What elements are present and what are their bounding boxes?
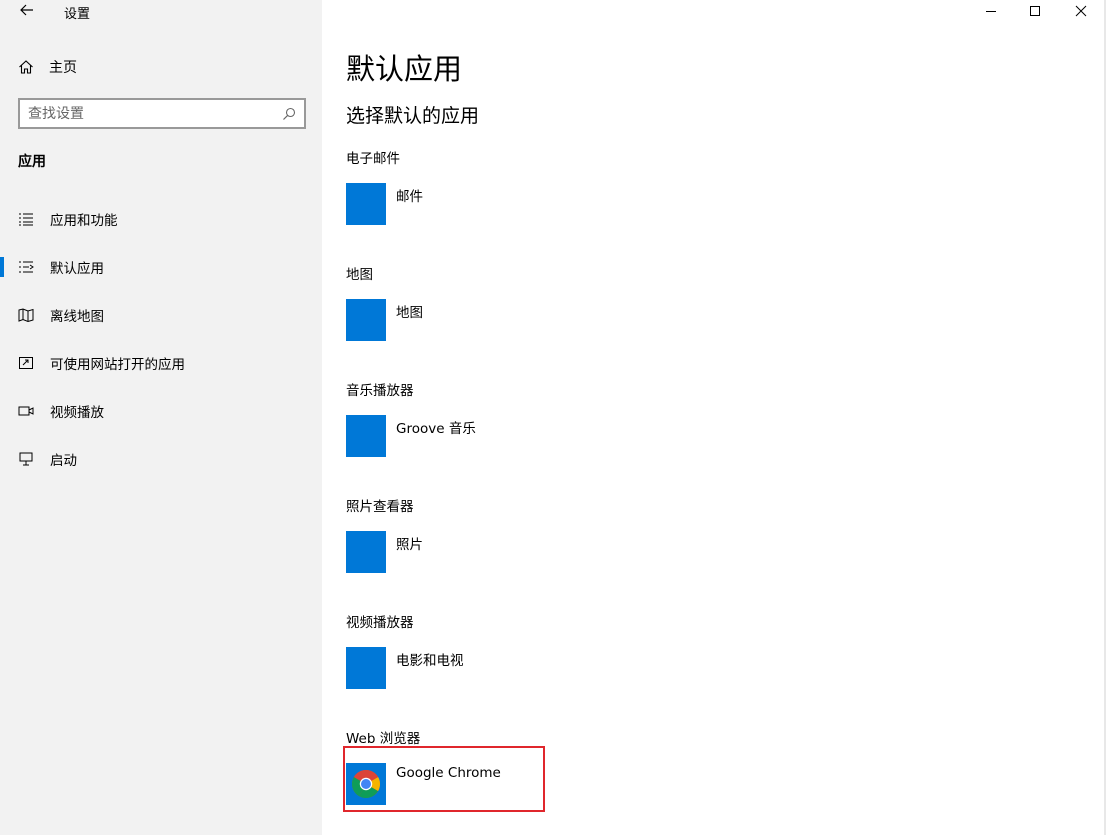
photos-app-icon (346, 531, 386, 573)
close-button[interactable] (1058, 0, 1104, 22)
highlight-box (343, 746, 545, 812)
selection-indicator (0, 257, 4, 277)
back-arrow-icon (20, 4, 33, 16)
sidebar-item-offline-maps[interactable]: 离线地图 (0, 297, 322, 333)
settings-window: 设置 主页 应用 应用和功能 (0, 0, 1106, 835)
open-external-icon (18, 355, 34, 371)
video-icon (18, 403, 34, 419)
category-label-music: 音乐播放器 (346, 383, 414, 399)
sidebar-item-label: 默认应用 (50, 261, 104, 277)
minimize-button[interactable] (968, 0, 1014, 22)
app-name: 地图 (396, 305, 423, 321)
search-box[interactable] (18, 98, 306, 129)
page-title: 默认应用 (346, 52, 463, 86)
sidebar-item-label: 离线地图 (50, 309, 104, 325)
main-content: 默认应用 选择默认的应用 电子邮件 邮件 地图 地图 音乐播放器 Groove … (322, 0, 1106, 835)
maps-app-icon (346, 299, 386, 341)
close-icon (1075, 5, 1087, 17)
category-label-email: 电子邮件 (346, 151, 400, 167)
back-button[interactable] (16, 0, 38, 20)
section-title: 应用 (18, 154, 46, 170)
category-label-maps: 地图 (346, 267, 373, 283)
category-label-video: 视频播放器 (346, 615, 414, 631)
sidebar-item-label: 可使用网站打开的应用 (50, 357, 185, 373)
default-apps-icon (18, 259, 34, 275)
default-app-email[interactable]: 邮件 (346, 181, 542, 229)
list-icon (18, 211, 34, 227)
app-name: 电影和电视 (396, 653, 464, 669)
movies-tv-app-icon (346, 647, 386, 689)
minimize-icon (986, 11, 996, 12)
maximize-button[interactable] (1012, 0, 1058, 22)
mail-app-icon (346, 183, 386, 225)
search-input[interactable] (28, 105, 282, 122)
sidebar-item-apps-features[interactable]: 应用和功能 (0, 201, 322, 237)
maximize-icon (1030, 6, 1040, 16)
category-label-web-browser: Web 浏览器 (346, 731, 421, 747)
app-name: 邮件 (396, 189, 423, 205)
map-icon (18, 307, 34, 323)
sidebar: 设置 主页 应用 应用和功能 (0, 0, 322, 835)
sidebar-item-label: 启动 (50, 453, 77, 469)
default-app-video[interactable]: 电影和电视 (346, 645, 542, 693)
window-title: 设置 (64, 7, 91, 22)
sidebar-item-label: 视频播放 (50, 405, 104, 421)
sidebar-item-default-apps[interactable]: 默认应用 (0, 249, 322, 285)
home-label: 主页 (49, 60, 77, 76)
sidebar-item-home[interactable]: 主页 (18, 57, 77, 77)
default-app-music[interactable]: Groove 音乐 (346, 413, 542, 461)
sidebar-item-label: 应用和功能 (50, 213, 118, 229)
default-app-photos[interactable]: 照片 (346, 529, 542, 577)
sidebar-item-apps-for-websites[interactable]: 可使用网站打开的应用 (0, 345, 322, 381)
default-app-maps[interactable]: 地图 (346, 297, 542, 345)
sidebar-item-video-playback[interactable]: 视频播放 (0, 393, 322, 429)
category-label-photos: 照片查看器 (346, 499, 414, 515)
search-icon[interactable] (282, 107, 296, 121)
app-name: 照片 (396, 537, 423, 553)
sidebar-item-startup[interactable]: 启动 (0, 441, 322, 477)
groove-app-icon (346, 415, 386, 457)
startup-icon (18, 451, 34, 467)
home-icon (19, 60, 33, 74)
app-name: Groove 音乐 (396, 421, 476, 437)
page-subtitle: 选择默认的应用 (346, 105, 480, 127)
